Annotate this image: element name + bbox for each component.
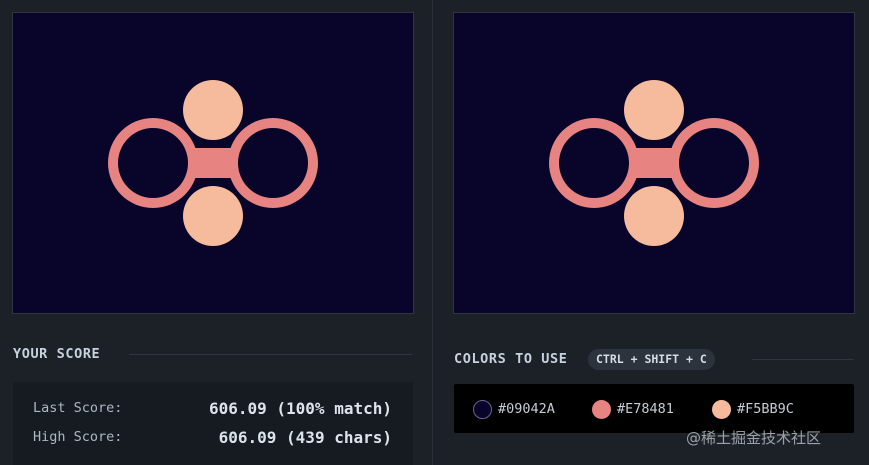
swatch-dot (592, 399, 611, 419)
output-column: YOUR SCORE Last Score: 606.09 (100% matc… (0, 0, 432, 465)
swatch-dot (473, 399, 492, 419)
swatch-code: #F5BB9C (737, 401, 794, 417)
swatch-code: #09042A (498, 401, 555, 417)
target-drawing (454, 13, 854, 313)
left-ring-hole (559, 128, 629, 198)
color-swatch[interactable]: #09042A (473, 398, 555, 420)
color-swatch[interactable]: #E78481 (592, 398, 674, 420)
your-score-rule (129, 354, 412, 355)
last-score-label: Last Score: (33, 400, 123, 416)
left-ring-hole (118, 128, 188, 198)
swatch-dot (712, 399, 731, 419)
color-swatch-panel: #09042A #E78481 #F5BB9C (454, 384, 854, 433)
colors-to-use-title: COLORS TO USE (454, 351, 568, 367)
right-ring-hole (679, 128, 749, 198)
target-canvas (453, 12, 855, 314)
swatch-code: #E78481 (617, 401, 674, 417)
your-output-canvas[interactable] (12, 12, 414, 314)
right-ring-hole (238, 128, 308, 198)
colors-rule (752, 359, 854, 360)
bottom-circle (183, 186, 243, 246)
watermark-text: @稀土掘金技术社区 (686, 429, 822, 447)
top-circle (624, 80, 684, 140)
bottom-circle (624, 186, 684, 246)
high-score-label: High Score: (33, 429, 123, 445)
copy-colors-shortcut: CTRL + SHIFT + C (588, 349, 715, 370)
your-score-title: YOUR SCORE (13, 346, 101, 362)
your-output-drawing (13, 13, 413, 313)
high-score-value: 606.09 (439 chars) (218, 428, 392, 447)
score-panel: Last Score: 606.09 (100% match) High Sco… (13, 382, 413, 465)
top-circle (183, 80, 243, 140)
css-battle-page: YOUR SCORE Last Score: 606.09 (100% matc… (0, 0, 869, 465)
last-score-value: 606.09 (100% match) (208, 399, 392, 418)
color-swatch[interactable]: #F5BB9C (712, 398, 794, 420)
